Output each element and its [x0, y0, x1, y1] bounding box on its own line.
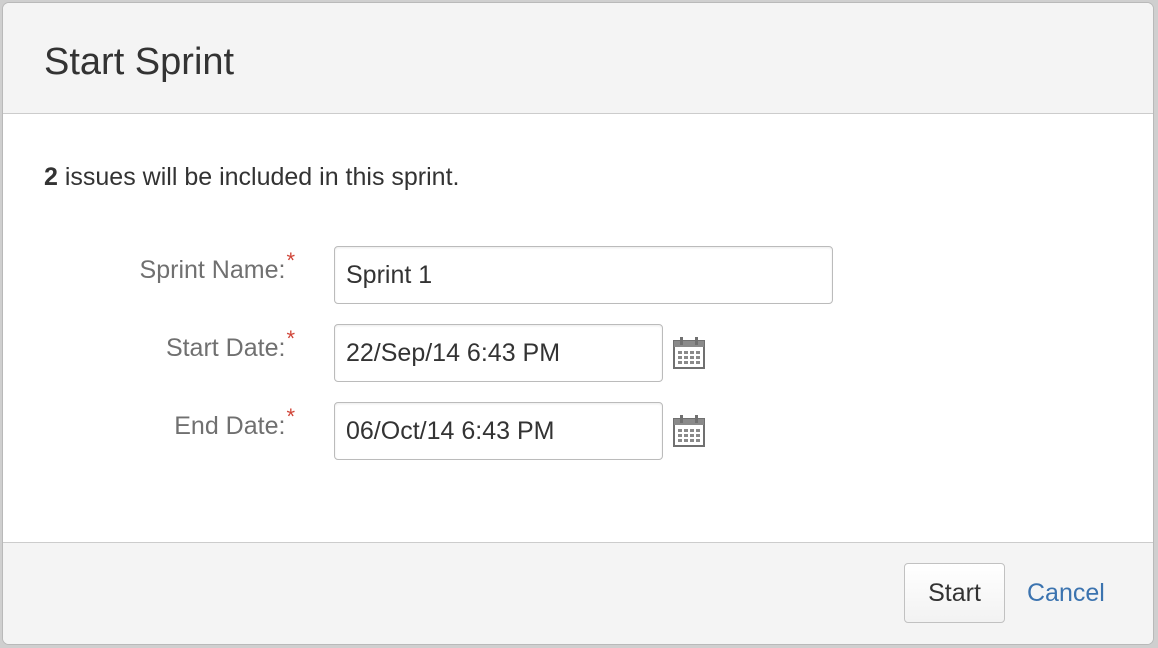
cancel-link[interactable]: Cancel [1027, 581, 1105, 606]
end-date-label: End Date:* [174, 406, 295, 440]
calendar-icon[interactable] [672, 414, 706, 448]
start-button[interactable]: Start [904, 563, 1005, 623]
issue-summary-text: issues will be included in this sprint. [57, 163, 460, 191]
issue-summary: 2 issues will be included in this sprint… [44, 165, 459, 190]
required-marker: * [286, 248, 295, 273]
start-date-label-text: Start Date: [165, 334, 286, 362]
end-date-label-text: End Date: [174, 412, 286, 440]
dialog-title: Start Sprint [44, 41, 235, 83]
dialog-footer: Start Cancel [3, 542, 1153, 644]
calendar-icon[interactable] [672, 336, 706, 370]
start-sprint-dialog: Start Sprint 2 issues will be included i… [3, 3, 1153, 644]
start-date-label: Start Date:* [165, 328, 295, 362]
sprint-name-label-text: Sprint Name: [139, 256, 286, 284]
required-marker: * [286, 404, 295, 429]
required-marker: * [286, 326, 295, 351]
end-date-input[interactable] [334, 402, 663, 460]
dialog-header: Start Sprint [3, 3, 1153, 114]
start-date-input[interactable] [334, 324, 663, 382]
dialog-body: 2 issues will be included in this sprint… [3, 114, 1153, 542]
issue-count: 2 [44, 163, 58, 191]
sprint-name-input[interactable] [334, 246, 833, 304]
sprint-name-label: Sprint Name:* [139, 250, 295, 284]
